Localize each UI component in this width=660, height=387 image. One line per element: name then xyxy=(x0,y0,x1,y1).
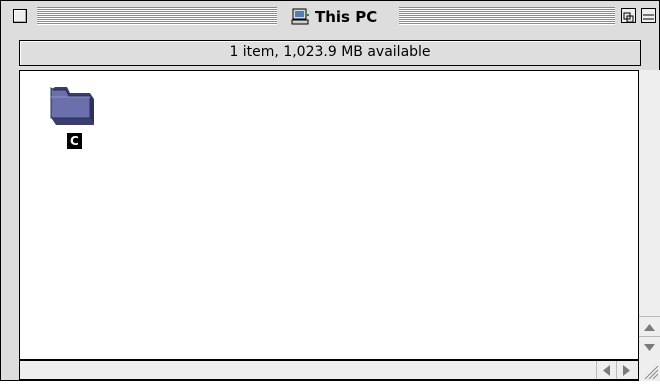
computer-icon xyxy=(291,8,310,26)
title-stripes-left xyxy=(37,7,277,25)
window-title-group: This PC xyxy=(285,5,384,29)
folder-icon[interactable] xyxy=(48,79,98,129)
item-label[interactable]: C xyxy=(67,133,82,149)
left-arrow-icon xyxy=(603,361,610,380)
scroll-right-button[interactable] xyxy=(616,361,636,379)
scroll-up-button[interactable] xyxy=(639,316,660,334)
window-info-text: 1 item, 1,023.9 MB available xyxy=(229,44,431,60)
title-bar[interactable]: This PC xyxy=(1,1,659,33)
up-arrow-icon xyxy=(644,316,655,335)
finder-window: This PC 1 item, 1,023.9 MB available C xyxy=(0,0,660,381)
down-arrow-icon xyxy=(644,336,655,355)
scroll-left-button[interactable] xyxy=(596,361,616,379)
window-info-bar: 1 item, 1,023.9 MB available xyxy=(19,40,641,66)
horizontal-scrollbar[interactable] xyxy=(19,360,639,380)
title-stripes-right xyxy=(399,7,615,25)
zoom-box[interactable] xyxy=(621,8,636,23)
grow-box[interactable] xyxy=(639,360,660,381)
vertical-scrollbar[interactable] xyxy=(638,70,660,360)
scroll-down-button[interactable] xyxy=(639,336,660,354)
volume-item-c[interactable]: C xyxy=(44,79,102,155)
right-arrow-icon xyxy=(623,361,630,380)
window-content[interactable]: C xyxy=(19,70,639,360)
collapse-box[interactable] xyxy=(641,8,656,23)
window-title: This PC xyxy=(315,8,378,26)
close-box[interactable] xyxy=(13,9,27,23)
